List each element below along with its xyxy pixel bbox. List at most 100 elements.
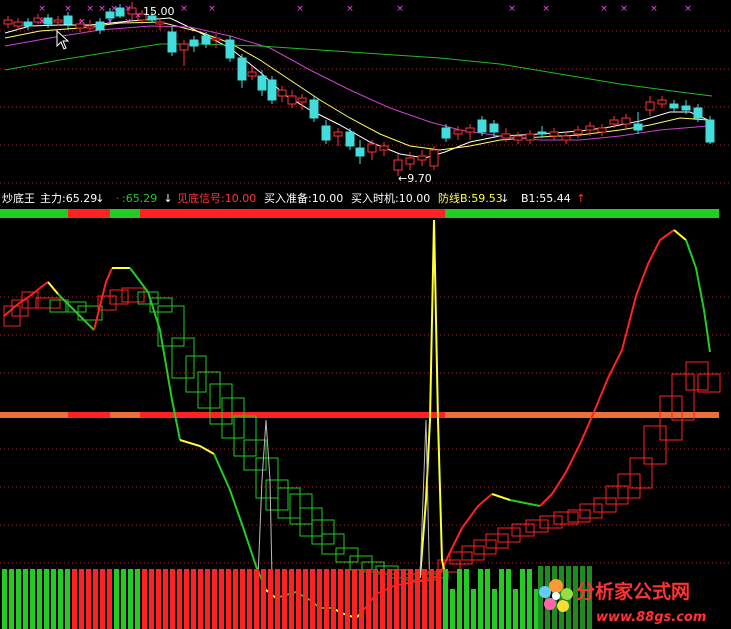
ladder-box <box>277 487 301 519</box>
top-marker: × <box>208 4 216 14</box>
signal-bar <box>499 569 504 629</box>
signal-bar <box>422 569 427 629</box>
signal-bar <box>538 566 543 629</box>
signal-bar <box>128 569 133 629</box>
oscillator-line-segment <box>93 267 113 331</box>
candle-body <box>355 147 365 157</box>
candle-body <box>247 71 257 77</box>
top-marker: × <box>600 4 608 14</box>
signal-strip-segment <box>110 209 140 218</box>
legend-item: 买入准备:10.00 <box>264 191 343 205</box>
ladder-box <box>449 551 473 565</box>
moving-average-line <box>4 17 709 159</box>
signal-bar <box>254 569 259 629</box>
candle-body <box>237 57 247 81</box>
signal-bar <box>2 569 7 629</box>
ladder-box <box>605 485 629 505</box>
candle-body <box>179 43 189 51</box>
top-marker: × <box>134 11 142 21</box>
signal-bar <box>149 569 154 629</box>
signal-bar <box>527 569 532 629</box>
candle-body <box>633 123 643 131</box>
candle-body <box>257 75 267 91</box>
ladder-box <box>525 519 549 533</box>
moving-average-line <box>4 43 713 97</box>
oscillator-line-segment <box>539 229 675 507</box>
signal-bar <box>44 569 49 629</box>
signal-bar <box>415 569 420 629</box>
ladder-box <box>497 527 521 543</box>
oscillator-line-segment <box>419 219 447 579</box>
level-line-segment <box>258 412 445 418</box>
ladder-box <box>461 545 485 561</box>
legend-item: B1:55.44 <box>521 192 571 205</box>
signal-bar <box>450 589 455 629</box>
signal-bar <box>177 569 182 629</box>
top-marker: × <box>98 4 106 14</box>
candle-body <box>85 25 95 29</box>
candle-body <box>405 157 415 165</box>
signal-bar <box>359 569 364 629</box>
signal-bar <box>289 569 294 629</box>
top-markers: × × × × × ×× × × ××× × × × × × × × × × × <box>38 4 692 27</box>
signal-bar <box>471 589 476 629</box>
signal-bar <box>401 569 406 629</box>
candlesticks <box>3 2 715 176</box>
candle-body <box>13 21 23 27</box>
candle-body <box>297 97 307 103</box>
signal-bar <box>429 569 434 629</box>
signal-bar <box>303 569 308 629</box>
oscillator-line-segment <box>685 239 711 353</box>
candle-body <box>167 31 177 53</box>
signal-bar <box>310 569 315 629</box>
candle-body <box>321 125 331 141</box>
signal-bar <box>30 569 35 629</box>
candle-body <box>585 125 595 131</box>
candle-body <box>441 127 451 139</box>
top-marker: × <box>684 4 692 14</box>
oscillator-thin-line <box>257 419 273 579</box>
candle-body <box>277 89 287 97</box>
signal-bar <box>51 569 56 629</box>
candle-body <box>155 21 165 25</box>
legend-item: 见底信号:10.00 <box>177 191 256 205</box>
top-marker: × <box>106 17 114 27</box>
candle-body <box>621 117 631 125</box>
level-line-segment <box>0 412 68 418</box>
legend-item: 买入时机:10.00 <box>351 191 430 205</box>
signal-bar <box>205 569 210 629</box>
signal-bar <box>436 569 441 629</box>
signal-bar <box>513 589 518 629</box>
candle-body <box>501 133 511 139</box>
moving-average-line <box>4 25 709 141</box>
signal-bar <box>233 569 238 629</box>
legend-item: 防线B:59.53 <box>438 191 503 205</box>
candle-body <box>549 131 559 137</box>
top-marker: × <box>296 4 304 14</box>
signal-bar <box>268 569 273 629</box>
signal-strip-segment <box>0 209 68 218</box>
candle-body <box>681 105 691 111</box>
indicator-panel <box>0 219 721 620</box>
signal-bar <box>135 569 140 629</box>
stock-chart: × × × × × ×× × × ××× × × × × × × × × × × 15.00 ←9.70 炒底王 主… <box>0 2 731 629</box>
signal-bar <box>212 569 217 629</box>
ladder-box <box>185 355 207 393</box>
candle-body <box>267 79 277 101</box>
ladder-box <box>485 533 509 549</box>
top-marker: × <box>110 4 118 14</box>
ladder-box <box>335 547 359 563</box>
ladder-box <box>511 523 535 537</box>
signal-bar <box>79 569 84 629</box>
signal-bar <box>100 569 105 629</box>
level-line-segment <box>110 412 140 418</box>
candle-body <box>309 99 319 119</box>
signal-bar <box>86 569 91 629</box>
candle-body <box>561 135 571 141</box>
candle-body <box>705 119 715 143</box>
top-marker: × <box>396 4 404 14</box>
moving-average-lines <box>4 17 713 159</box>
signal-strip-segment <box>140 209 445 218</box>
ladder-box <box>593 497 617 513</box>
watermark: 分析家公式网 www.88gs.com <box>539 579 706 625</box>
